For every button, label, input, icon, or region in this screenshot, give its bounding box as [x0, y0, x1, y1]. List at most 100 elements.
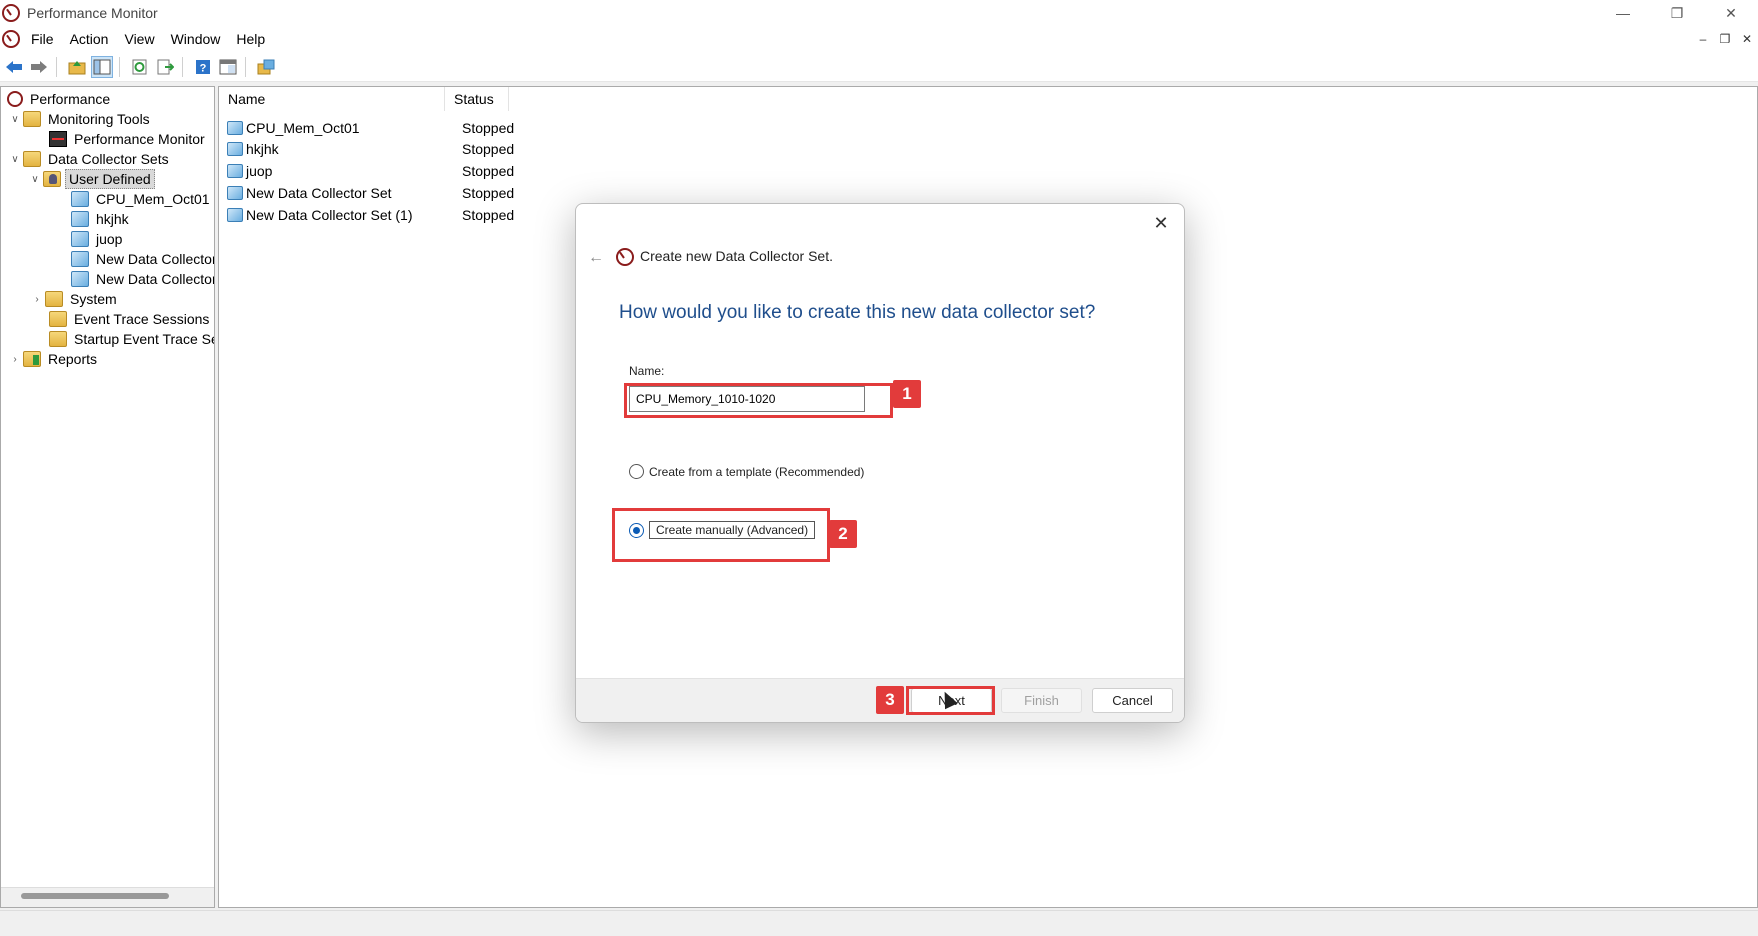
list-row[interactable]: New Data Collector Set Stopped	[219, 182, 514, 203]
list-header: Name Status	[219, 87, 509, 111]
tree-label: System	[70, 291, 117, 307]
folder-icon	[49, 311, 67, 327]
tree-item-collector-set[interactable]: New Data Collector	[69, 269, 215, 289]
data-collector-set-icon	[71, 211, 89, 227]
back-arrow-icon[interactable]	[3, 56, 25, 78]
menu-help[interactable]: Help	[236, 31, 265, 47]
minimize-icon[interactable]: —	[1596, 0, 1650, 26]
console-tree: Performance ∨ Monitoring Tools Performan…	[0, 86, 215, 908]
cancel-button[interactable]: Cancel	[1092, 688, 1173, 713]
data-collector-set-icon	[71, 271, 89, 287]
dialog-close-icon[interactable]: ✕	[1148, 210, 1174, 236]
data-collector-set-icon	[227, 163, 243, 178]
new-data-collector-set-icon[interactable]	[255, 56, 277, 78]
child-minimize-icon[interactable]: –	[1692, 26, 1714, 52]
annotation-badge-3: 3	[876, 686, 904, 714]
tree-item-data-collector-sets[interactable]: ∨ Data Collector Sets	[9, 149, 172, 169]
window-title-bar: Performance Monitor — ❐ ✕	[0, 0, 1758, 26]
mmc-system-menu-icon[interactable]	[2, 30, 20, 48]
window-title: Performance Monitor	[27, 5, 158, 21]
data-collector-set-icon	[71, 231, 89, 247]
annotation-highlight-name-field	[624, 383, 893, 418]
menu-file[interactable]: File	[31, 31, 54, 47]
tree-item-event-trace-sessions[interactable]: Event Trace Sessions	[47, 309, 212, 329]
refresh-icon[interactable]	[129, 56, 151, 78]
restore-icon[interactable]: ❐	[1650, 0, 1704, 26]
row-status: Stopped	[462, 206, 515, 223]
toolbar-separator-3	[182, 56, 183, 77]
list-row[interactable]: hkjhk Stopped	[219, 138, 514, 159]
create-data-collector-set-dialog: ✕ ← Create new Data Collector Set. How w…	[575, 203, 1185, 723]
tree-label: New Data Collector	[96, 251, 215, 267]
row-status: Stopped	[462, 140, 515, 157]
data-collector-set-icon	[71, 191, 89, 207]
annotation-badge-2: 2	[829, 520, 857, 548]
performance-icon	[616, 248, 634, 266]
tree-item-startup-event-trace-sessions[interactable]: Startup Event Trace Sess	[47, 329, 214, 349]
tree-label: User Defined	[65, 169, 155, 189]
toolbar-separator-4	[245, 56, 246, 77]
tree-item-monitoring-tools[interactable]: ∨ Monitoring Tools	[9, 109, 153, 129]
tree-label: Reports	[48, 351, 98, 367]
data-collector-set-icon	[227, 120, 243, 135]
tree-item-system[interactable]: › System	[31, 289, 120, 309]
tree-item-performance-monitor[interactable]: Performance Monitor	[47, 129, 208, 149]
radio-unchecked-icon[interactable]	[629, 464, 644, 479]
chevron-right-icon[interactable]: ›	[9, 354, 21, 365]
finish-button[interactable]: Finish	[1001, 688, 1082, 713]
tree-scrollbar-thumb[interactable]	[21, 893, 169, 899]
column-header-name[interactable]: Name	[219, 87, 445, 111]
tree-item-performance[interactable]: Performance	[5, 89, 113, 109]
list-row[interactable]: New Data Collector Set (1) Stopped	[219, 204, 514, 225]
name-field-label: Name:	[629, 364, 665, 378]
export-list-icon[interactable]	[154, 56, 176, 78]
data-collector-set-icon	[227, 207, 243, 222]
row-name: New Data Collector Set (1)	[246, 206, 413, 223]
properties-icon[interactable]	[217, 56, 239, 78]
chevron-down-icon[interactable]: ∨	[9, 114, 21, 125]
reports-icon	[23, 351, 41, 367]
list-row[interactable]: juop Stopped	[219, 160, 514, 181]
tree-item-collector-set[interactable]: hkjhk	[69, 209, 132, 229]
tree-item-reports[interactable]: › Reports	[9, 349, 100, 369]
tree-label: CPU_Mem_Oct01	[96, 191, 210, 207]
tree-label: New Data Collector	[96, 271, 215, 287]
row-name: New Data Collector Set	[246, 184, 392, 201]
chevron-right-icon[interactable]: ›	[31, 294, 43, 305]
forward-arrow-icon[interactable]	[28, 56, 50, 78]
tree-item-collector-set[interactable]: CPU_Mem_Oct01	[69, 189, 213, 209]
child-close-icon[interactable]: ✕	[1736, 26, 1758, 52]
toolbar-separator	[56, 56, 57, 77]
tree-item-user-defined[interactable]: ∨ User Defined	[29, 169, 155, 189]
monitor-chart-icon	[49, 131, 67, 147]
tree-item-collector-set[interactable]: juop	[69, 229, 125, 249]
tree-item-collector-set[interactable]: New Data Collector	[69, 249, 215, 269]
menu-window[interactable]: Window	[171, 31, 221, 47]
dialog-title: Create new Data Collector Set.	[640, 248, 833, 264]
tree-label: hkjhk	[96, 211, 129, 227]
show-hide-console-tree-icon[interactable]	[91, 55, 113, 78]
folder-icon	[23, 111, 41, 127]
help-icon[interactable]: ?	[192, 56, 214, 78]
radio-create-from-template[interactable]: Create from a template (Recommended)	[629, 464, 864, 479]
back-arrow-icon[interactable]: ←	[584, 246, 608, 270]
tree-label: Monitoring Tools	[48, 111, 150, 127]
folder-icon	[49, 331, 67, 347]
list-row[interactable]: CPU_Mem_Oct01 Stopped	[219, 117, 514, 138]
menu-action[interactable]: Action	[70, 31, 109, 47]
close-icon[interactable]: ✕	[1704, 0, 1758, 26]
column-header-status[interactable]: Status	[445, 87, 509, 111]
svg-text:?: ?	[200, 62, 207, 74]
tree-label: juop	[96, 231, 123, 247]
row-status: Stopped	[462, 119, 515, 136]
menu-view[interactable]: View	[124, 31, 154, 47]
chevron-down-icon[interactable]: ∨	[29, 174, 41, 185]
child-restore-icon[interactable]: ❐	[1714, 26, 1736, 52]
up-folder-icon[interactable]	[66, 56, 88, 78]
user-folder-icon	[43, 171, 61, 187]
toolbar: ?	[0, 52, 1758, 82]
dialog-heading: How would you like to create this new da…	[619, 302, 1096, 323]
status-bar	[0, 910, 1758, 936]
folder-icon	[23, 151, 41, 167]
chevron-down-icon[interactable]: ∨	[9, 154, 21, 165]
